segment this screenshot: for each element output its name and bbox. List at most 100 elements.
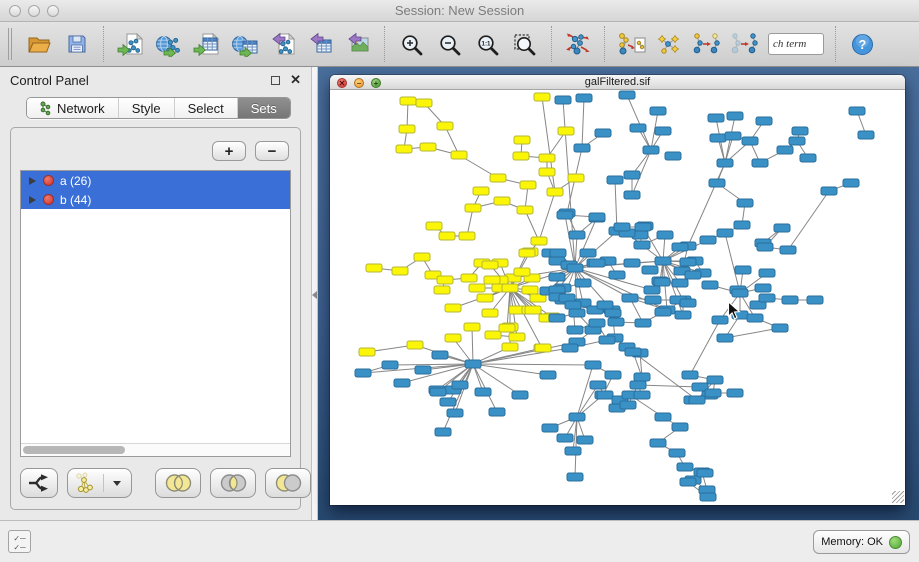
graph-node-blue[interactable] xyxy=(355,369,371,377)
zoom-fit-icon[interactable] xyxy=(510,29,540,59)
graph-node-yellow[interactable] xyxy=(485,331,501,339)
graph-node-blue[interactable] xyxy=(394,379,410,387)
graph-node-blue[interactable] xyxy=(727,389,743,397)
graph-node-yellow[interactable] xyxy=(459,232,475,240)
graph-node-yellow[interactable] xyxy=(514,136,530,144)
graph-node-blue[interactable] xyxy=(672,243,688,251)
graph-node-blue[interactable] xyxy=(732,311,748,319)
graph-node-blue[interactable] xyxy=(782,296,798,304)
graph-node-blue[interactable] xyxy=(635,319,651,327)
graph-node-blue[interactable] xyxy=(608,318,624,326)
graph-node-blue[interactable] xyxy=(742,137,758,145)
graph-node-blue[interactable] xyxy=(642,266,658,274)
resize-grip-icon[interactable] xyxy=(892,491,904,503)
graph-node-yellow[interactable] xyxy=(414,253,430,261)
graph-node-yellow[interactable] xyxy=(359,348,375,356)
graph-node-yellow[interactable] xyxy=(473,187,489,195)
graph-node-blue[interactable] xyxy=(685,271,701,279)
graph-node-blue[interactable] xyxy=(635,223,651,231)
graph-node-blue[interactable] xyxy=(447,409,463,417)
set-list[interactable]: a (26)b (44) xyxy=(20,170,291,457)
import-table-web-icon[interactable] xyxy=(229,29,259,59)
difference-button[interactable] xyxy=(265,468,311,498)
graph-node-blue[interactable] xyxy=(415,366,431,374)
graph-node-blue[interactable] xyxy=(620,401,636,409)
graph-node-yellow[interactable] xyxy=(482,309,498,317)
graph-node-yellow[interactable] xyxy=(517,206,533,214)
graph-node-yellow[interactable] xyxy=(520,181,536,189)
graph-node-blue[interactable] xyxy=(655,127,671,135)
frame-maximize-icon[interactable]: + xyxy=(371,78,381,88)
create-set-from-network-button[interactable] xyxy=(67,468,132,498)
graph-node-blue[interactable] xyxy=(630,124,646,132)
graph-node-blue[interactable] xyxy=(452,381,468,389)
graph-node-yellow[interactable] xyxy=(437,122,453,130)
graph-node-blue[interactable] xyxy=(759,294,775,302)
graph-node-blue[interactable] xyxy=(792,127,808,135)
task-history-icon[interactable]: ✓─✓─ xyxy=(8,530,31,553)
help-icon[interactable]: ? xyxy=(847,29,877,59)
graph-node-blue[interactable] xyxy=(609,271,625,279)
chevron-down-icon[interactable] xyxy=(113,481,121,486)
graph-node-yellow[interactable] xyxy=(502,284,518,292)
graph-node-blue[interactable] xyxy=(737,199,753,207)
graph-node-blue[interactable] xyxy=(624,191,640,199)
graph-node-blue[interactable] xyxy=(440,398,456,406)
graph-node-yellow[interactable] xyxy=(531,237,547,245)
graph-node-blue[interactable] xyxy=(589,213,605,221)
graph-node-blue[interactable] xyxy=(697,469,713,477)
graph-node-yellow[interactable] xyxy=(509,333,525,341)
graph-node-yellow[interactable] xyxy=(445,334,461,342)
graph-node-yellow[interactable] xyxy=(445,304,461,312)
graph-node-yellow[interactable] xyxy=(439,232,455,240)
graph-node-blue[interactable] xyxy=(542,424,558,432)
graph-node-yellow[interactable] xyxy=(451,151,467,159)
intersection-button[interactable] xyxy=(210,468,256,498)
star-network-icon[interactable] xyxy=(654,29,684,59)
frame-minimize-icon[interactable]: − xyxy=(354,78,364,88)
graph-node-blue[interactable] xyxy=(800,154,816,162)
zoom-actual-icon[interactable]: 1:1 xyxy=(472,29,502,59)
graph-node-blue[interactable] xyxy=(549,273,565,281)
graph-node-blue[interactable] xyxy=(644,286,660,294)
export-image-icon[interactable] xyxy=(343,29,373,59)
graph-node-yellow[interactable] xyxy=(525,306,541,314)
disclosure-triangle-icon[interactable] xyxy=(29,196,36,204)
graph-node-blue[interactable] xyxy=(717,159,733,167)
graph-node-blue[interactable] xyxy=(672,423,688,431)
graph-node-blue[interactable] xyxy=(605,309,621,317)
graph-node-blue[interactable] xyxy=(655,308,671,316)
graph-node-blue[interactable] xyxy=(672,279,688,287)
graph-node-blue[interactable] xyxy=(605,371,621,379)
graph-node-blue[interactable] xyxy=(645,296,661,304)
horizontal-scrollbar[interactable] xyxy=(21,443,290,456)
graph-node-blue[interactable] xyxy=(430,388,446,396)
graph-node-yellow[interactable] xyxy=(366,264,382,272)
graph-node-blue[interactable] xyxy=(624,259,640,267)
graph-node-blue[interactable] xyxy=(682,371,698,379)
graph-node-blue[interactable] xyxy=(650,107,666,115)
graph-node-blue[interactable] xyxy=(512,391,528,399)
toolbar-drag-handle[interactable] xyxy=(8,28,12,60)
graph-node-yellow[interactable] xyxy=(461,274,477,282)
graph-node-blue[interactable] xyxy=(595,129,611,137)
graph-node-blue[interactable] xyxy=(589,259,605,267)
graph-node-blue[interactable] xyxy=(614,223,630,231)
graph-node-blue[interactable] xyxy=(577,436,593,444)
graph-node-blue[interactable] xyxy=(669,449,685,457)
graph-node-blue[interactable] xyxy=(622,294,638,302)
graph-node-blue[interactable] xyxy=(772,324,788,332)
graph-node-blue[interactable] xyxy=(774,224,790,232)
graph-node-blue[interactable] xyxy=(732,289,748,297)
graph-node-blue[interactable] xyxy=(565,301,581,309)
graph-node-yellow[interactable] xyxy=(465,204,481,212)
graph-node-yellow[interactable] xyxy=(514,268,530,276)
graph-node-blue[interactable] xyxy=(634,241,650,249)
graph-node-blue[interactable] xyxy=(654,278,670,286)
import-table-file-icon[interactable] xyxy=(191,29,221,59)
graph-node-yellow[interactable] xyxy=(547,188,563,196)
graph-node-yellow[interactable] xyxy=(568,174,584,182)
graph-node-yellow[interactable] xyxy=(477,294,493,302)
graph-node-blue[interactable] xyxy=(634,391,650,399)
graph-node-blue[interactable] xyxy=(709,179,725,187)
